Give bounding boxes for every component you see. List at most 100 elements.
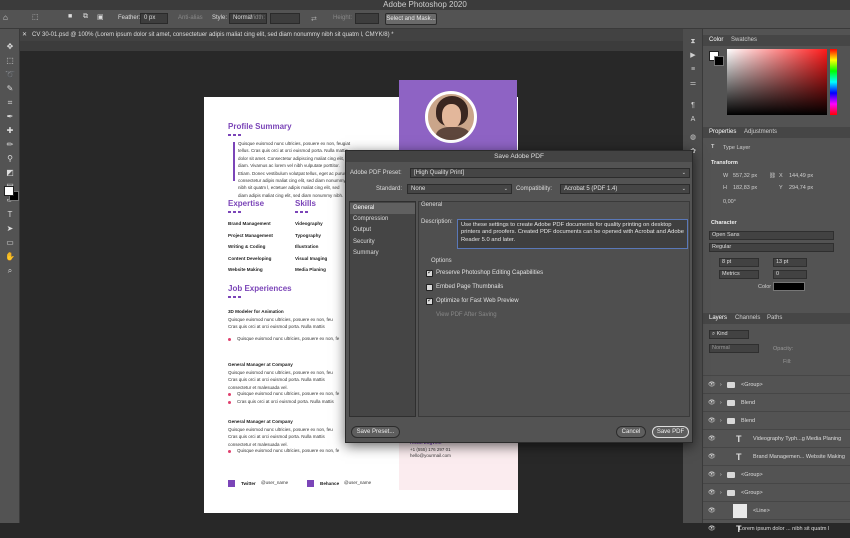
width-input[interactable] (270, 13, 300, 24)
chevron-right-icon[interactable]: › (720, 412, 722, 430)
layer-row[interactable]: 👁 › <Group> (703, 483, 850, 501)
paragraph-icon[interactable]: ¶ (687, 101, 699, 111)
compatibility-select[interactable]: Acrobat 5 (PDF 1.4) ⌄ (560, 184, 690, 194)
preset-select[interactable]: [High Quality Print] ⌄ (410, 168, 690, 178)
close-tab-icon[interactable]: ✕ (22, 29, 27, 41)
zoom-tool-icon[interactable]: ⌕ (3, 265, 17, 276)
tracking-input[interactable]: 0 (773, 270, 807, 279)
layer-row[interactable]: 👁 › <Group> (703, 465, 850, 483)
font-family-select[interactable]: Open Sans (709, 231, 834, 240)
preserve-editing-checkbox[interactable] (426, 268, 433, 277)
link-icon[interactable]: ⛓ (769, 173, 776, 179)
visibility-eye-icon[interactable]: 👁 (708, 466, 716, 484)
layer-filter-kind[interactable]: ⌕ Kind (709, 330, 749, 339)
tab-paths[interactable]: Paths (767, 315, 782, 321)
embed-thumbnails-checkbox[interactable] (426, 284, 433, 291)
character-icon[interactable]: A (687, 115, 699, 125)
visibility-eye-icon[interactable]: 👁 (708, 448, 716, 466)
chevron-right-icon[interactable]: › (720, 484, 722, 502)
angle-value[interactable]: 0,00° (723, 199, 736, 205)
tab-color[interactable]: Color (709, 37, 723, 43)
shape-tool-icon[interactable]: ▭ (3, 237, 17, 248)
move-tool-icon[interactable]: ✥ (3, 41, 17, 52)
chevron-right-icon[interactable]: › (720, 466, 722, 484)
hand-tool-icon[interactable]: ✋ (3, 251, 17, 262)
w-value[interactable]: 557,32 px (733, 173, 757, 179)
section-general[interactable]: General (350, 203, 415, 214)
blend-mode-select[interactable]: Normal (709, 344, 759, 353)
chevron-right-icon[interactable]: › (720, 376, 722, 394)
font-style-select[interactable]: Regular (709, 243, 834, 252)
text-color-swatch[interactable] (773, 282, 805, 291)
visibility-eye-icon[interactable]: 👁 (708, 502, 716, 520)
hue-slider[interactable] (830, 49, 837, 115)
intersect-selection-icon[interactable]: ▣ (97, 13, 104, 21)
font-size-input[interactable]: 8 pt (719, 258, 759, 267)
x-value[interactable]: 144,49 px (789, 173, 813, 179)
feather-input[interactable]: 0 px (140, 13, 168, 24)
layer-row[interactable]: 👁 T Lorem ipsum dolor ... nibh sit quatm l (703, 519, 850, 534)
visibility-eye-icon[interactable]: 👁 (708, 430, 716, 448)
healing-brush-icon[interactable]: ✚ (3, 125, 17, 136)
antialias-checkbox[interactable]: Anti-alias (178, 15, 203, 21)
tab-channels[interactable]: Channels (735, 315, 760, 321)
layer-row[interactable]: 👁 T Videography Typh...g Media Planing (703, 429, 850, 447)
tab-adjustments[interactable]: Adjustments (744, 129, 777, 135)
cancel-button[interactable]: Cancel (616, 426, 646, 438)
type-tool-icon[interactable]: T (3, 209, 17, 220)
eraser-icon[interactable]: ◩ (3, 167, 17, 178)
clone-stamp-icon[interactable]: ⚲ (3, 153, 17, 164)
layer-row[interactable]: 👁 › <Group> (703, 375, 850, 393)
section-output[interactable]: Output (350, 225, 415, 236)
foreground-color-swatch[interactable] (4, 186, 14, 196)
chevron-right-icon[interactable]: › (720, 394, 722, 412)
eyedropper-icon[interactable]: ✒ (3, 111, 17, 122)
crop-tool-icon[interactable]: ⌗ (3, 97, 17, 108)
layer-row[interactable]: 👁 T Brand Managemen... Website Making (703, 447, 850, 465)
lasso-tool-icon[interactable]: ➰ (3, 69, 17, 80)
layer-row[interactable]: 👁 › Blend (703, 411, 850, 429)
section-security[interactable]: Security (350, 237, 415, 248)
document-tab[interactable]: ✕ CV 30-01.psd @ 100% (Lorem ipsum dolor… (20, 29, 683, 41)
tab-properties[interactable]: Properties (709, 129, 736, 135)
brush-tool-icon[interactable]: ✏ (3, 139, 17, 150)
color-field[interactable] (727, 49, 827, 115)
adjust-icon[interactable]: ≡ (687, 65, 699, 75)
sliders-icon[interactable]: ⚌ (687, 79, 699, 89)
feather-label: Feather: (118, 15, 141, 21)
section-compression[interactable]: Compression (350, 214, 415, 225)
save-pdf-button[interactable]: Save PDF (652, 426, 689, 438)
leading-input[interactable]: 13 pt (773, 258, 807, 267)
background-color-chip[interactable] (714, 56, 724, 66)
add-selection-icon[interactable]: ⧉ (83, 13, 88, 21)
visibility-eye-icon[interactable]: 👁 (708, 376, 716, 394)
y-value[interactable]: 294,74 px (789, 185, 813, 191)
layer-row[interactable]: 👁 <Line> (703, 501, 850, 519)
new-selection-icon[interactable]: ■ (68, 13, 72, 20)
kerning-select[interactable]: Metrics (719, 270, 759, 279)
layer-row[interactable]: 👁 › Blend (703, 393, 850, 411)
marquee-tool-icon[interactable]: ⬚ (3, 55, 17, 66)
marquee-icon[interactable]: ⬚ (32, 13, 39, 21)
actions-icon[interactable]: ▶ (687, 51, 699, 61)
height-input[interactable] (355, 13, 379, 24)
visibility-eye-icon[interactable]: 👁 (708, 394, 716, 412)
quick-select-icon[interactable]: ✎ (3, 83, 17, 94)
tab-swatches[interactable]: Swatches (731, 37, 757, 43)
home-icon[interactable]: ⌂ (3, 13, 8, 22)
save-preset-button[interactable]: Save Preset... (351, 426, 400, 438)
preset-label: Adobe PDF Preset: (350, 170, 402, 176)
visibility-eye-icon[interactable]: 👁 (708, 484, 716, 502)
section-summary[interactable]: Summary (350, 248, 415, 259)
standard-select[interactable]: None ⌄ (407, 184, 512, 194)
visibility-eye-icon[interactable]: 👁 (708, 412, 716, 430)
libraries-icon[interactable]: ◍ (687, 133, 699, 143)
tab-layers[interactable]: Layers (709, 315, 727, 321)
description-field[interactable]: Use these settings to create Adobe PDF d… (457, 219, 688, 249)
select-and-mask-button[interactable]: Select and Mask... (385, 13, 437, 25)
history-icon[interactable]: ⧗ (687, 37, 699, 47)
h-value[interactable]: 182,83 px (733, 185, 757, 191)
path-select-icon[interactable]: ➤ (3, 223, 17, 234)
optimize-web-checkbox[interactable] (426, 296, 433, 305)
swap-icon[interactable]: ⇄ (311, 15, 317, 23)
